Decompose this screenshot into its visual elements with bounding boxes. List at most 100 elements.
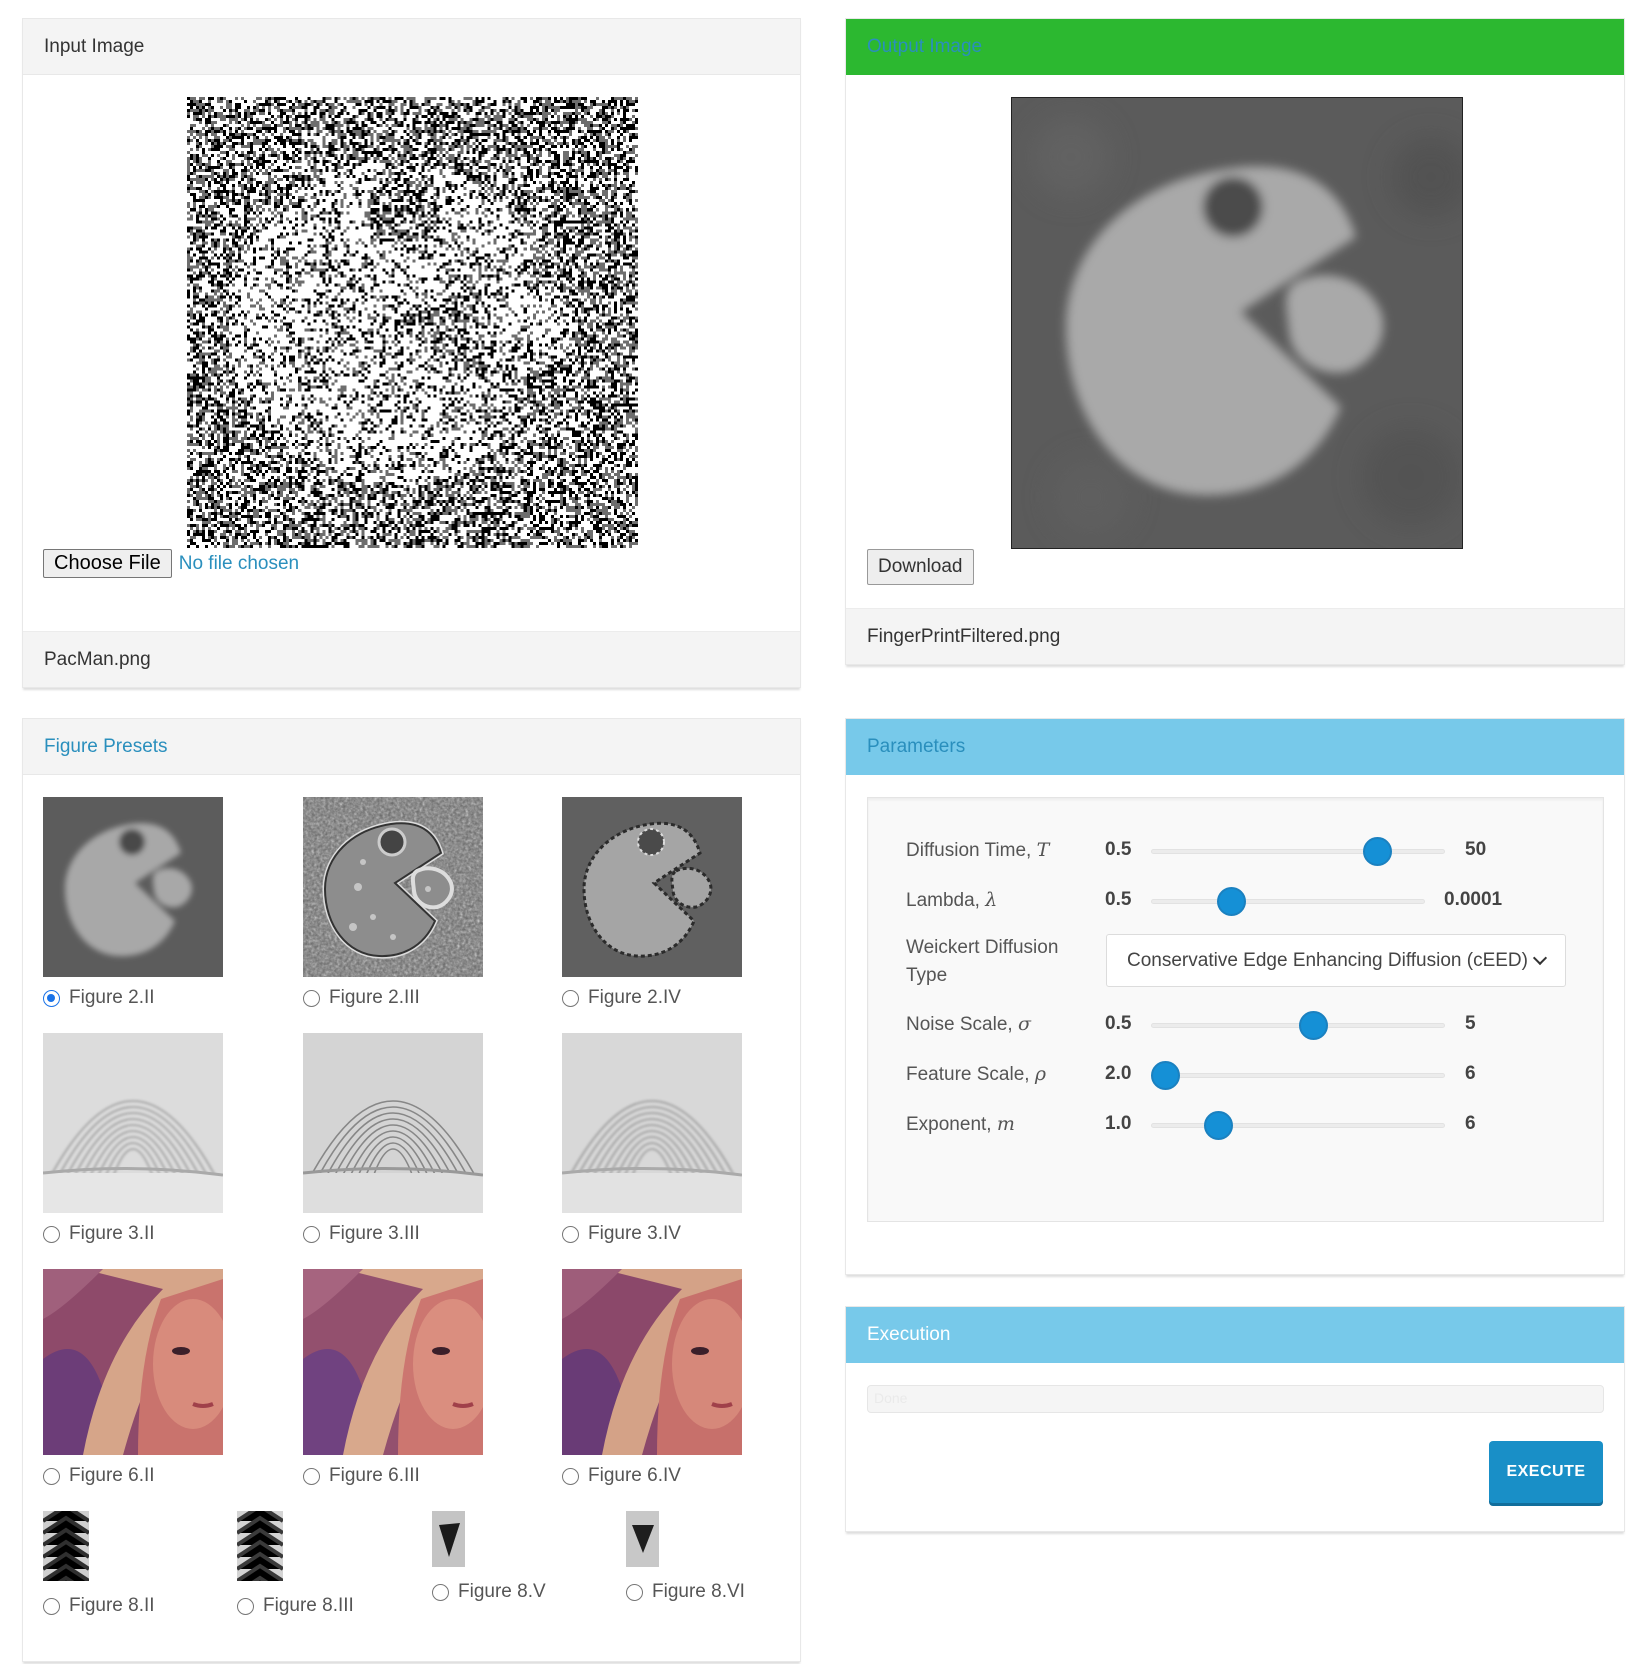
- preset-option[interactable]: Figure 6.III: [303, 1465, 420, 1487]
- preset-radio[interactable]: [237, 1597, 254, 1615]
- preset-radio[interactable]: [303, 1225, 320, 1243]
- preset-radio[interactable]: [303, 989, 320, 1007]
- param-min: 0.5: [1105, 839, 1132, 860]
- preset-figure-2-iv[interactable]: Figure 2.IV: [562, 797, 742, 1008]
- preset-radio[interactable]: [43, 1225, 60, 1243]
- preset-figure-8-v[interactable]: Figure 8.V: [432, 1511, 546, 1602]
- preset-thumbnail[interactable]: [432, 1511, 465, 1567]
- preset-option[interactable]: Figure 2.II: [43, 987, 155, 1009]
- preset-option[interactable]: Figure 8.VI: [626, 1581, 745, 1603]
- preset-label: Figure 2.IV: [588, 987, 681, 1008]
- slider-track[interactable]: [1151, 899, 1425, 904]
- preset-option[interactable]: Figure 3.IV: [562, 1223, 681, 1245]
- preset-option[interactable]: Figure 3.III: [303, 1223, 420, 1245]
- param-min: 0.5: [1105, 889, 1132, 910]
- param-min: 2.0: [1105, 1063, 1132, 1084]
- parameters-title: Parameters: [846, 719, 1624, 775]
- preset-label: Figure 3.II: [69, 1223, 155, 1244]
- preset-label: Figure 6.III: [329, 1465, 420, 1486]
- preset-option[interactable]: Figure 3.II: [43, 1223, 155, 1245]
- parameters-panel: Parameters Diffusion Time, T 0.5 50 Lamb…: [845, 718, 1625, 1275]
- choose-file-button[interactable]: Choose File: [43, 549, 172, 578]
- preset-figure-8-iii[interactable]: Figure 8.III: [237, 1511, 354, 1616]
- progress-bar: Done: [867, 1385, 1604, 1413]
- param-weickert-type: Weickert Diffusion Type Conservative Edg…: [868, 934, 1603, 990]
- preset-figure-6-iii[interactable]: Figure 6.III: [303, 1269, 483, 1486]
- preset-option[interactable]: Figure 8.V: [432, 1581, 546, 1603]
- preset-option[interactable]: Figure 6.IV: [562, 1465, 681, 1487]
- no-file-text: No file chosen: [178, 552, 300, 574]
- preset-thumbnail[interactable]: [43, 1033, 223, 1213]
- output-image: [1011, 97, 1463, 549]
- preset-option[interactable]: Figure 6.II: [43, 1465, 155, 1487]
- preset-thumbnail[interactable]: [303, 1033, 483, 1213]
- input-image: [187, 97, 638, 548]
- noise-scale-slider-handle[interactable]: [1299, 1011, 1329, 1040]
- preset-label: Figure 3.IV: [588, 1223, 681, 1244]
- preset-label: Figure 2.II: [69, 987, 155, 1008]
- preset-thumbnail[interactable]: [43, 797, 223, 977]
- preset-thumbnail[interactable]: [303, 797, 483, 977]
- preset-radio[interactable]: [562, 989, 579, 1007]
- lambda-slider-handle[interactable]: [1217, 887, 1247, 916]
- feature-scale-slider-handle[interactable]: [1151, 1061, 1180, 1090]
- preset-radio[interactable]: [626, 1583, 643, 1601]
- output-image-panel: Output Image Download FingerPrintFiltere…: [845, 18, 1625, 665]
- preset-figure-3-iv[interactable]: Figure 3.IV: [562, 1033, 742, 1244]
- figure-presets-panel: Figure Presets Figure 2.II Figure 2.III …: [22, 718, 801, 1662]
- preset-figure-3-iii[interactable]: Figure 3.III: [303, 1033, 483, 1244]
- preset-option[interactable]: Figure 8.III: [237, 1595, 354, 1617]
- preset-thumbnail[interactable]: [626, 1511, 659, 1567]
- slider-track[interactable]: [1151, 849, 1445, 854]
- param-max: 0.0001: [1444, 889, 1503, 910]
- preset-figure-2-ii[interactable]: Figure 2.II: [43, 797, 223, 1008]
- diffusion-type-select[interactable]: Conservative Edge Enhancing Diffusion (c…: [1106, 934, 1566, 987]
- param-max: 6: [1465, 1063, 1476, 1084]
- preset-figure-6-iv[interactable]: Figure 6.IV: [562, 1269, 742, 1486]
- preset-thumbnail[interactable]: [303, 1269, 483, 1455]
- input-image-panel: Input Image Choose File No file chosen P…: [22, 18, 801, 688]
- preset-figure-2-iii[interactable]: Figure 2.III: [303, 797, 483, 1008]
- preset-radio[interactable]: [432, 1583, 449, 1601]
- preset-thumbnail[interactable]: [43, 1269, 223, 1455]
- slider-track[interactable]: [1151, 1123, 1445, 1128]
- preset-option[interactable]: Figure 8.II: [43, 1595, 155, 1617]
- download-button[interactable]: Download: [867, 549, 974, 585]
- preset-figure-8-vi[interactable]: Figure 8.VI: [626, 1511, 745, 1602]
- param-max: 50: [1465, 839, 1487, 860]
- preset-figure-8-ii[interactable]: Figure 8.II: [43, 1511, 155, 1616]
- preset-figure-3-ii[interactable]: Figure 3.II: [43, 1033, 223, 1244]
- param-diffusion-time: Diffusion Time, T 0.5 50: [868, 836, 1603, 866]
- param-max: 5: [1465, 1013, 1476, 1034]
- preset-thumbnail[interactable]: [562, 1033, 742, 1213]
- param-min: 1.0: [1105, 1113, 1132, 1134]
- exponent-slider-handle[interactable]: [1204, 1111, 1233, 1140]
- preset-label: Figure 3.III: [329, 1223, 420, 1244]
- preset-radio[interactable]: [43, 1467, 60, 1485]
- preset-figure-6-ii[interactable]: Figure 6.II: [43, 1269, 223, 1486]
- preset-label: Figure 6.IV: [588, 1465, 681, 1486]
- preset-option[interactable]: Figure 2.IV: [562, 987, 681, 1009]
- preset-radio[interactable]: [43, 989, 60, 1007]
- preset-radio[interactable]: [43, 1597, 60, 1615]
- execute-button[interactable]: EXECUTE: [1489, 1441, 1603, 1503]
- preset-radio[interactable]: [562, 1467, 579, 1485]
- slider-track[interactable]: [1151, 1073, 1445, 1078]
- preset-radio[interactable]: [303, 1467, 320, 1485]
- select-value: Conservative Edge Enhancing Diffusion (c…: [1127, 949, 1528, 971]
- preset-option[interactable]: Figure 2.III: [303, 987, 420, 1009]
- preset-label: Figure 8.II: [69, 1595, 155, 1616]
- preset-thumbnail[interactable]: [562, 1269, 742, 1455]
- param-max: 6: [1465, 1113, 1476, 1134]
- param-noise-scale: Noise Scale, σ 0.5 5: [868, 1010, 1603, 1040]
- slider-track[interactable]: [1151, 1023, 1445, 1028]
- diffusion-time-slider-handle[interactable]: [1363, 837, 1392, 866]
- preset-thumbnail[interactable]: [43, 1511, 89, 1581]
- preset-radio[interactable]: [562, 1225, 579, 1243]
- preset-label: Figure 8.VI: [652, 1581, 745, 1602]
- param-label: Lambda, λ: [906, 889, 998, 911]
- preset-thumbnail[interactable]: [562, 797, 742, 977]
- param-label: Feature Scale, ρ: [906, 1063, 1047, 1085]
- output-image-title: Output Image: [846, 19, 1624, 75]
- preset-thumbnail[interactable]: [237, 1511, 283, 1581]
